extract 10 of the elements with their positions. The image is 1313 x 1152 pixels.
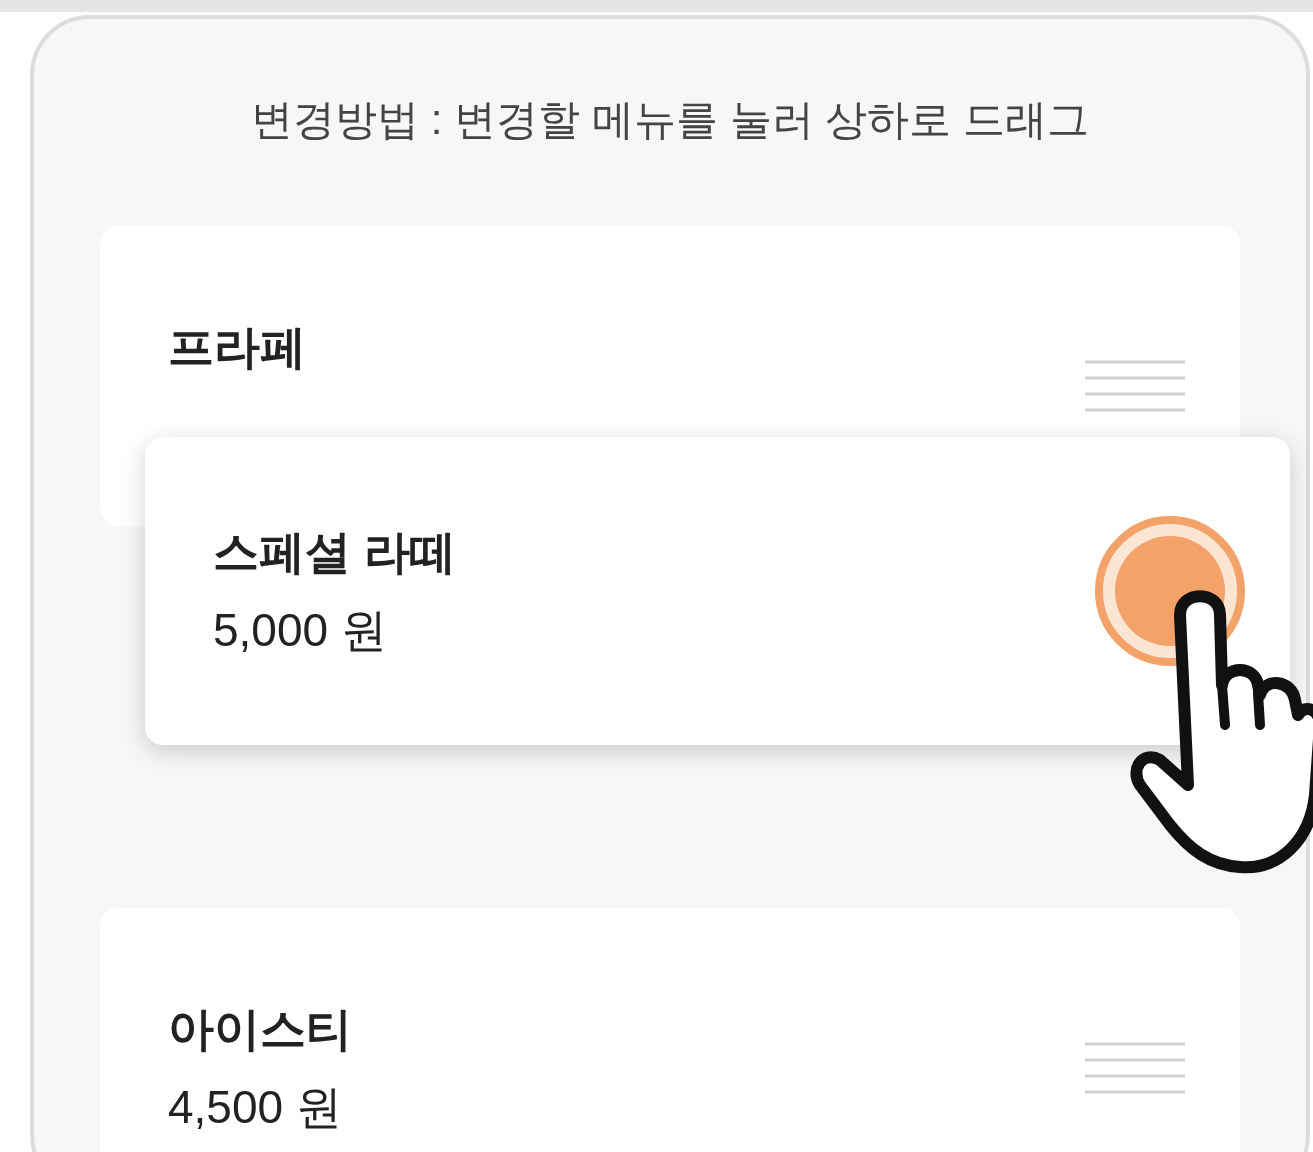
- menu-item-name: 프라페: [168, 324, 306, 370]
- menu-item-name: 스페셜 라떼: [213, 529, 456, 575]
- instruction-text: 변경방법 : 변경할 메뉴를 눌러 상하로 드래그: [251, 99, 1089, 141]
- drag-handle-icon[interactable]: [1085, 1042, 1185, 1094]
- dragged-menu-card[interactable]: 스페셜 라떼 5,000 원: [145, 437, 1290, 745]
- menu-item-price: 4,500 원: [168, 1084, 343, 1130]
- menu-item-name: 아이스티: [168, 1006, 352, 1052]
- menu-item-price: 5,000 원: [213, 607, 388, 653]
- drag-handle-icon[interactable]: [1085, 360, 1185, 412]
- menu-card[interactable]: 아이스티 4,500 원: [100, 908, 1240, 1152]
